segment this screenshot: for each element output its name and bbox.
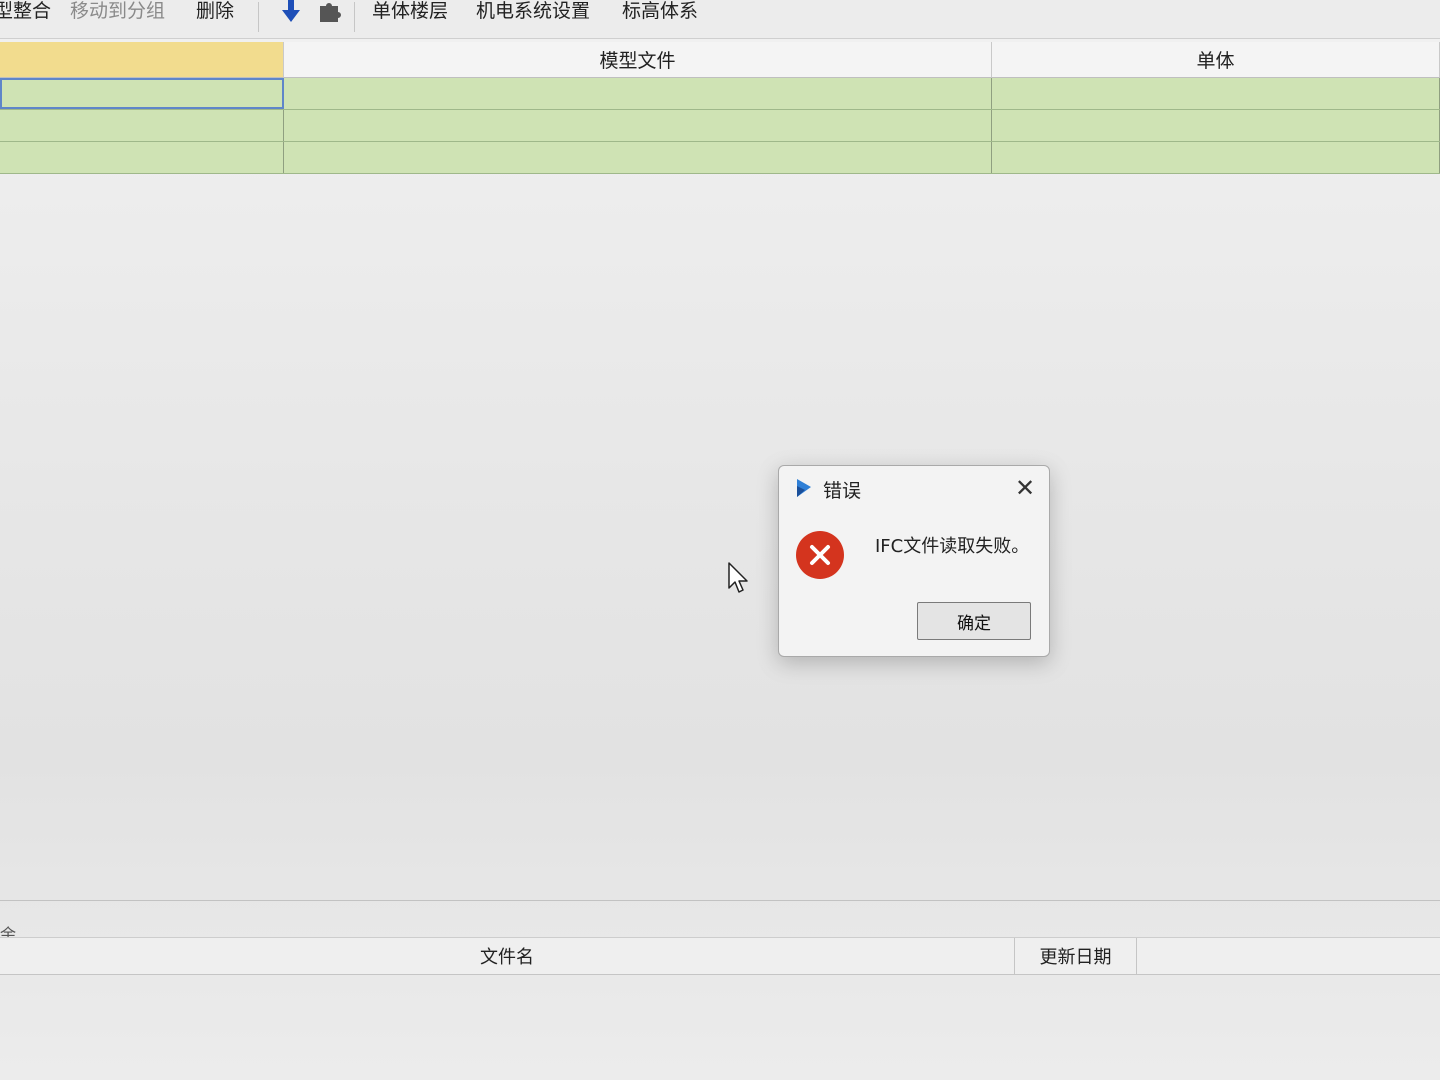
toolbar-elevation-system[interactable]: 标高体系 — [622, 0, 698, 22]
error-icon — [795, 530, 845, 580]
grid-cell[interactable] — [0, 142, 284, 173]
toolbar-separator — [354, 2, 355, 32]
ok-button[interactable]: 确定 — [917, 602, 1031, 640]
grid-cell[interactable] — [0, 110, 284, 141]
grid-cell[interactable] — [992, 78, 1440, 109]
toolbar-separator — [258, 2, 259, 32]
grid-cell[interactable] — [992, 142, 1440, 173]
file-list-panel: 余 文件名 更新日期 — [0, 900, 1440, 1080]
toolbar-building-floors[interactable]: 单体楼层 — [372, 0, 448, 22]
column-header-filename[interactable]: 文件名 — [0, 938, 1015, 974]
file-list-header: 文件名 更新日期 — [0, 937, 1440, 975]
grid-cell[interactable] — [284, 110, 992, 141]
arrow-down-icon[interactable] — [278, 0, 304, 24]
grid-header-model-file[interactable]: 模型文件 — [284, 42, 992, 78]
table-row[interactable] — [0, 110, 1440, 142]
grid-cell[interactable] — [284, 142, 992, 173]
dialog-title-bar[interactable]: 错误 ✕ — [779, 466, 1049, 510]
model-file-grid: 模型文件 单体 — [0, 42, 1440, 182]
toolbar-delete[interactable]: 删除 — [196, 0, 234, 22]
table-row[interactable] — [0, 142, 1440, 174]
error-dialog: 错误 ✕ IFC文件读取失败。 确定 — [778, 465, 1050, 657]
grid-header-selector[interactable] — [0, 42, 284, 78]
toolbar-model-integrate[interactable]: 型整合 — [0, 0, 51, 22]
toolbar-mep-system-settings[interactable]: 机电系统设置 — [476, 0, 590, 22]
grid-cell[interactable] — [0, 78, 284, 109]
main-toolbar: 型整合 移动到分组 删除 单体楼层 机电系统设置 标高体系 — [0, 0, 1440, 39]
toolbar-move-to-group[interactable]: 移动到分组 — [70, 0, 165, 22]
grid-cell[interactable] — [284, 78, 992, 109]
grid-header-building[interactable]: 单体 — [992, 42, 1440, 78]
dialog-title: 错误 — [823, 480, 862, 502]
desktop-screen: 型整合 移动到分组 删除 单体楼层 机电系统设置 标高体系 模型文件 单体 余 … — [0, 0, 1440, 1080]
grid-cell[interactable] — [992, 110, 1440, 141]
mouse-cursor-icon — [728, 562, 750, 594]
column-header-update-date[interactable]: 更新日期 — [1015, 938, 1137, 974]
close-icon[interactable]: ✕ — [1011, 474, 1039, 502]
table-row[interactable] — [0, 78, 1440, 110]
app-logo-icon — [795, 478, 813, 498]
dialog-message: IFC文件读取失败。 — [875, 536, 1030, 557]
puzzle-icon[interactable] — [316, 0, 342, 24]
